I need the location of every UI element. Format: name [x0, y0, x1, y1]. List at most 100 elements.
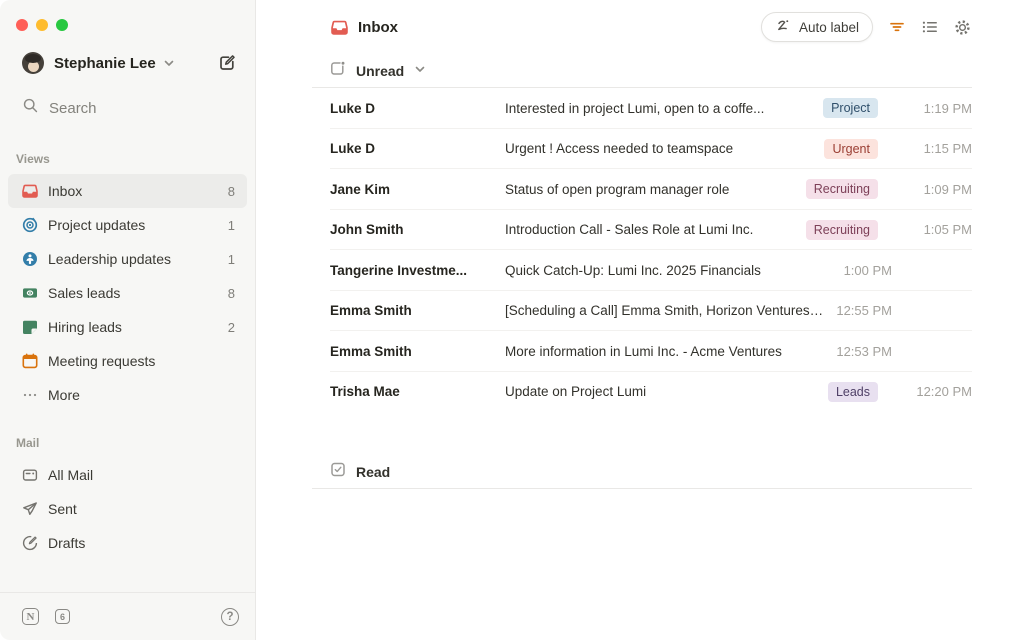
view-label: Inbox: [48, 183, 83, 199]
view-label: Project updates: [48, 217, 146, 233]
sidebar-view-item[interactable]: Meeting requests: [8, 344, 247, 378]
view-label: Sales leads: [48, 285, 121, 301]
mail-item-label: Drafts: [48, 535, 86, 551]
help-icon[interactable]: ?: [221, 607, 239, 626]
unread-section-header[interactable]: Unread: [312, 54, 972, 88]
read-section-label: Read: [356, 463, 391, 480]
notion-logo-icon[interactable]: N: [22, 608, 39, 625]
auto-label-text: Auto label: [798, 19, 859, 35]
email-time: 1:09 PM: [923, 181, 972, 197]
mail-item-label: All Mail: [48, 467, 94, 483]
email-sender: Luke D: [330, 141, 376, 157]
email-sender: Tangerine Investme...: [330, 262, 468, 278]
sidebar-view-item[interactable]: Inbox 8: [8, 174, 247, 208]
email-time: 1:19 PM: [923, 100, 972, 116]
user-avatar: [22, 52, 44, 74]
email-sender: Emma Smith: [330, 343, 412, 359]
mail-item-icon: [22, 467, 38, 483]
view-count: 8: [227, 285, 235, 301]
window-controls: [0, 0, 255, 31]
mail-item-icon: [22, 501, 38, 517]
email-subject: [Scheduling a Call] Emma Smith, Horizon …: [505, 303, 825, 319]
view-count: 1: [227, 251, 235, 267]
email-time: 12:55 PM: [836, 303, 892, 319]
views-list: Inbox 8 Project updates 1 Leadership upd…: [8, 174, 247, 412]
sidebar-view-item[interactable]: Project updates 1: [8, 208, 247, 242]
email-row[interactable]: Tangerine Investme... Quick Catch-Up: Lu…: [312, 250, 972, 291]
sidebar-footer: N 6 ?: [0, 592, 255, 640]
email-sender: Trisha Mae: [330, 384, 400, 400]
view-icon: [22, 183, 38, 199]
auto-label-sparkle-icon: [775, 17, 792, 37]
user-name: Stephanie Lee: [54, 54, 156, 72]
list-view-icon[interactable]: [920, 18, 939, 37]
email-subject: Status of open program manager role: [505, 181, 730, 197]
email-row[interactable]: Emma Smith [Scheduling a Call] Emma Smit…: [312, 291, 972, 332]
compose-button[interactable]: [215, 51, 239, 75]
views-section-label: Views: [16, 152, 50, 166]
view-icon: [22, 319, 38, 335]
email-row[interactable]: Trisha Mae Update on Project Lumi Leads …: [312, 372, 972, 413]
email-subject: Update on Project Lumi: [505, 384, 647, 400]
settings-gear-icon[interactable]: [953, 18, 972, 37]
sidebar-view-item[interactable]: Sales leads 8: [8, 276, 247, 310]
chevron-down-icon: [163, 57, 175, 69]
unread-chevron-down-icon[interactable]: [414, 62, 426, 80]
email-label-badge: Urgent: [824, 138, 878, 159]
calendar-app-icon[interactable]: 6: [55, 609, 70, 624]
sidebar-view-item[interactable]: Leadership updates 1: [8, 242, 247, 276]
mail-list: All Mail Sent Drafts: [8, 458, 247, 560]
unread-icon: [330, 60, 346, 81]
email-label-badge: Recruiting: [805, 179, 878, 200]
read-checkbox-icon: [330, 461, 346, 482]
email-subject: Introduction Call - Sales Role at Lumi I…: [505, 222, 754, 238]
mail-item-label: Sent: [48, 501, 77, 517]
auto-label-button[interactable]: Auto label: [760, 12, 873, 42]
sidebar-mail-item[interactable]: All Mail: [8, 458, 247, 492]
mail-item-icon: [22, 535, 38, 551]
view-count: 8: [227, 183, 235, 199]
sidebar-view-item[interactable]: More: [8, 378, 247, 412]
email-label-badge: Leads: [827, 381, 878, 402]
sidebar-view-item[interactable]: Hiring leads 2: [8, 310, 247, 344]
account-switcher[interactable]: Stephanie Lee: [0, 31, 255, 75]
email-sender: Jane Kim: [330, 181, 391, 197]
email-row[interactable]: Jane Kim Status of open program manager …: [312, 169, 972, 210]
email-subject: Quick Catch-Up: Lumi Inc. 2025 Financial…: [505, 262, 761, 278]
email-row[interactable]: John Smith Introduction Call - Sales Rol…: [312, 210, 972, 251]
inbox-header: Inbox Auto label: [312, 0, 972, 54]
email-time: 1:15 PM: [923, 141, 972, 157]
view-label: Leadership updates: [48, 251, 171, 267]
sidebar-mail-item[interactable]: Sent: [8, 492, 247, 526]
email-sender: Luke D: [330, 100, 376, 116]
email-sender: John Smith: [330, 222, 404, 238]
view-count: 2: [227, 319, 235, 335]
sidebar-mail-item[interactable]: Drafts: [8, 526, 247, 560]
search-icon: [22, 97, 39, 119]
email-time: 12:53 PM: [836, 343, 892, 359]
zoom-window-button[interactable]: [56, 19, 68, 31]
unread-email-list: Luke D Interested in project Lumi, open …: [312, 88, 972, 412]
page-title: Inbox: [358, 18, 398, 36]
email-row[interactable]: Luke D Urgent ! Access needed to teamspa…: [312, 129, 972, 170]
search-input[interactable]: Search: [0, 95, 255, 121]
email-label-badge: Project: [823, 98, 878, 119]
close-window-button[interactable]: [16, 19, 28, 31]
filter-icon[interactable]: [887, 18, 906, 37]
unread-section-label: Unread: [356, 62, 405, 79]
view-label: Meeting requests: [48, 353, 156, 369]
view-icon: [22, 285, 38, 301]
view-icon: [22, 251, 38, 267]
minimize-window-button[interactable]: [36, 19, 48, 31]
email-subject: More information in Lumi Inc. - Acme Ven…: [505, 343, 782, 359]
view-label: Hiring leads: [48, 319, 122, 335]
email-time: 1:05 PM: [923, 222, 972, 238]
inbox-icon: [330, 18, 349, 37]
view-label: More: [48, 387, 80, 403]
read-section-header[interactable]: Read: [312, 455, 972, 489]
sidebar: Stephanie Lee Search Views Inbox 8 Proje…: [0, 0, 256, 640]
email-row[interactable]: Luke D Interested in project Lumi, open …: [312, 88, 972, 129]
email-row[interactable]: Emma Smith More information in Lumi Inc.…: [312, 331, 972, 372]
email-label-badge: Recruiting: [805, 219, 878, 240]
search-placeholder: Search: [49, 99, 97, 117]
